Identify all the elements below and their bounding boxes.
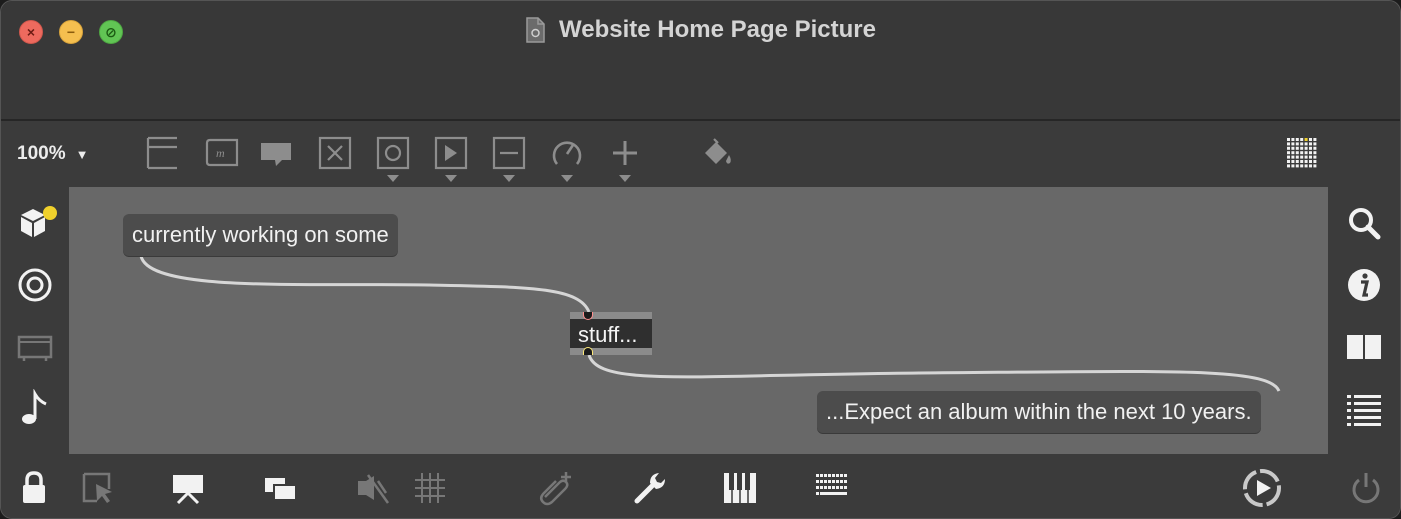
document-icon: [526, 17, 545, 43]
play-object-icon[interactable]: [433, 135, 469, 182]
left-sidebar: [1, 187, 69, 455]
keyboard-icon[interactable]: [813, 469, 851, 507]
presentation-frame-icon[interactable]: [15, 327, 55, 367]
wrench-icon[interactable]: [631, 469, 669, 507]
patcher-canvas[interactable]: currently working on some stuff... ...Ex…: [69, 187, 1330, 454]
object-label: stuff...: [578, 322, 638, 347]
notification-badge: [43, 206, 57, 220]
dial-object-icon[interactable]: [549, 135, 585, 182]
message-box[interactable]: ...Expect an album within the next 10 ye…: [817, 391, 1261, 433]
zoom-dropdown[interactable]: 100% ▼: [17, 143, 88, 165]
slider-object-icon[interactable]: [491, 135, 527, 182]
list-icon[interactable]: [1344, 389, 1384, 429]
outlet-port[interactable]: [583, 347, 593, 355]
piano-keyboard-icon[interactable]: [721, 469, 759, 507]
zoom-level-label: 100%: [17, 143, 66, 164]
grid-icon[interactable]: [411, 469, 449, 507]
slider-object-caret-icon: [503, 175, 515, 182]
columns-icon[interactable]: [1344, 327, 1384, 367]
window-title: Website Home Page Picture: [559, 16, 876, 43]
dial-object-caret-icon: [561, 175, 573, 182]
app-window: × − ⊘ Website Home Page Picture 100% ▼ m: [0, 0, 1401, 519]
lock-icon[interactable]: [15, 469, 53, 507]
object-box[interactable]: stuff...: [570, 312, 652, 355]
patch-cable-1: [139, 255, 591, 313]
window-title-group: Website Home Page Picture: [1, 13, 1400, 47]
lines-object-icon[interactable]: [144, 135, 180, 171]
title-bar: × − ⊘ Website Home Page Picture: [1, 1, 1400, 121]
comment-icon[interactable]: [258, 135, 294, 171]
add-object-icon[interactable]: [607, 135, 643, 182]
attach-icon[interactable]: [537, 469, 575, 507]
inlet-port[interactable]: [583, 312, 593, 320]
button-object-caret-icon: [387, 175, 399, 182]
toggle-object-icon[interactable]: [317, 135, 353, 171]
object-toolbar: 100% ▼ m: [1, 121, 1400, 187]
edit-cursor-icon[interactable]: [79, 469, 117, 507]
search-icon[interactable]: [1344, 203, 1384, 243]
target-icon[interactable]: [15, 265, 55, 305]
info-icon[interactable]: [1344, 265, 1384, 305]
button-object-icon[interactable]: [375, 135, 411, 182]
paint-bucket-icon[interactable]: [699, 135, 735, 171]
grid-palette-icon[interactable]: [1284, 135, 1320, 171]
right-sidebar: [1328, 187, 1400, 455]
windows-icon[interactable]: [261, 469, 299, 507]
message-box[interactable]: currently working on some: [123, 214, 398, 256]
play-circle-icon[interactable]: [1241, 467, 1283, 509]
message-object-icon[interactable]: m: [204, 135, 240, 171]
power-icon[interactable]: [1347, 469, 1385, 507]
chevron-down-icon: ▼: [75, 146, 89, 162]
add-object-caret-icon: [619, 175, 631, 182]
music-note-icon[interactable]: [15, 388, 55, 429]
play-object-caret-icon: [445, 175, 457, 182]
mute-icon[interactable]: [354, 469, 392, 507]
svg-text:m: m: [216, 146, 225, 160]
patch-cable-2: [587, 354, 1281, 392]
packages-icon[interactable]: [17, 203, 57, 243]
bottom-toolbar: [1, 455, 1400, 518]
presentation-icon[interactable]: [169, 469, 207, 507]
